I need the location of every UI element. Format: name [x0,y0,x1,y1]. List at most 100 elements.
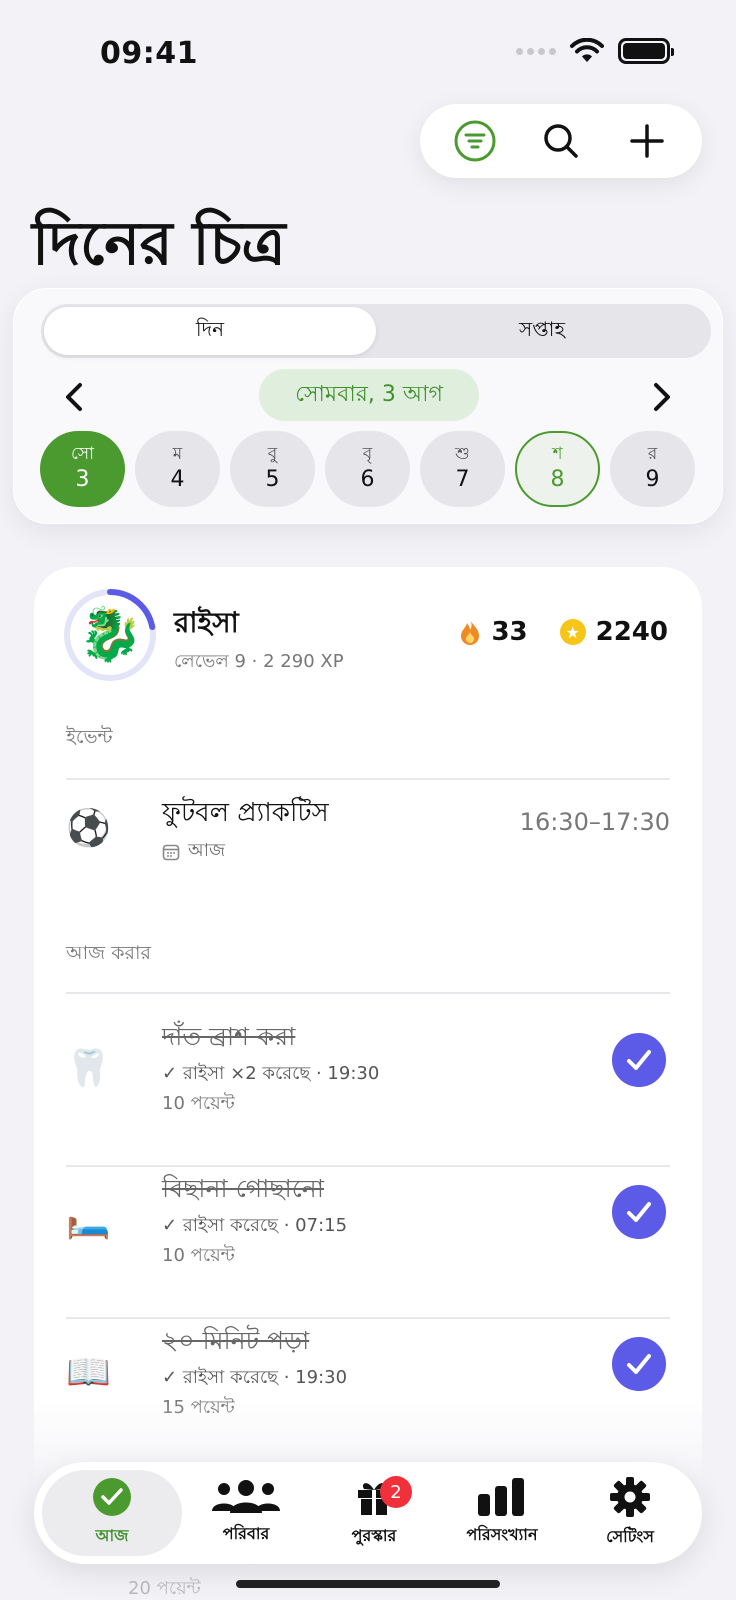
day-number: 5 [265,467,280,492]
flame-icon [461,619,480,645]
task-points: 10 পয়েন্ট [162,1245,235,1266]
search-icon [544,124,578,158]
battery-icon [618,38,674,64]
day-name: শু [455,444,470,464]
tab-settings[interactable]: সেটিংস [566,1470,694,1556]
task-title: দাঁত ব্রাশ করা [162,1022,296,1051]
task-points-partial: 20 পয়েন্ট [128,1578,201,1599]
event-date: আজ [162,836,225,867]
tab-today[interactable]: আজ [42,1470,182,1556]
streak-stat: 33 [459,617,528,647]
events-section-label: ইভেন্ট [66,726,113,748]
member-level: লেভেল 9 · 2 290 XP [174,651,344,672]
view-segmented-control: দিন সপ্তাহ [41,304,711,358]
bed-icon: 🛏️ [66,1200,111,1241]
page-title: দিনের চিত্র [32,209,286,279]
check-icon [627,1354,651,1374]
divider [66,1317,670,1319]
divider [66,1165,670,1167]
tab-statistics[interactable]: পরিসংখ্যান [438,1470,566,1556]
member-stats: 33 ★ 2240 [459,617,668,647]
previous-day-button[interactable] [52,375,96,419]
tooth-icon: 🦷 [66,1048,111,1089]
tab-rewards[interactable]: 2 পুরস্কার [310,1470,438,1556]
member-name: রাইসা [174,606,239,639]
plus-icon [630,124,664,158]
divider [66,778,670,780]
gear-icon [610,1476,650,1517]
event-time: 16:30–17:30 [519,808,670,836]
day-name: বু [267,444,278,464]
calendar-icon [162,844,180,860]
tab-label: আজ [95,1525,129,1545]
day-name: র [647,444,658,464]
day-number: 7 [455,467,470,492]
chevron-left-icon [66,383,82,411]
day-chip[interactable]: বু 5 [230,431,315,507]
day-number: 6 [360,467,375,492]
tab-family[interactable]: পরিবার [182,1470,310,1556]
soccer-ball-icon: ⚽ [66,808,111,849]
task-meta: ✓ রাইসা করেছে · 19:30 [162,1363,347,1394]
task-complete-toggle[interactable] [612,1033,666,1087]
event-date-text: আজ [188,840,226,861]
day-chip[interactable]: শু 7 [420,431,505,507]
task-row[interactable]: 🛏️ বিছানা গোছানো ✓ রাইসা করেছে · 07:15 1… [66,1169,670,1309]
next-day-button[interactable] [640,375,684,419]
bar-chart-icon [478,1477,524,1516]
day-chip[interactable]: সো 3 [40,431,125,507]
week-day-strip: সো 3 ম4 বু 5 বৃ 6 শু 7 শ8 র9 [40,431,695,507]
segment-week[interactable]: সপ্তাহ [376,307,708,355]
tab-label: পরিবার [222,1523,270,1543]
segment-day[interactable]: দিন [44,307,376,355]
search-button[interactable] [533,113,589,169]
day-number: 8 [550,467,565,492]
add-button[interactable] [619,113,675,169]
day-name: বৃ [362,444,373,464]
event-row[interactable]: ⚽ ফুটবল প্র্যাকটিস আজ 16:30–17:30 [66,792,670,882]
task-meta: ✓ রাইসা ×2 করেছে · 19:30 [162,1059,379,1090]
day-chip[interactable]: শ8 [515,431,600,507]
day-name: শ [552,444,563,464]
task-meta-text: রাইসা করেছে · 19:30 [182,1367,348,1388]
status-icons [516,38,674,64]
book-icon: 📖 [66,1352,111,1393]
avatar[interactable]: 🐉 [62,587,158,683]
avatar-dragon-icon: 🐉 [78,605,143,665]
home-indicator [236,1580,500,1588]
streak-count: 33 [491,617,528,647]
day-number: 3 [75,467,90,492]
task-points: 10 পয়েন্ট [162,1093,235,1114]
day-chip[interactable]: বৃ 6 [325,431,410,507]
task-complete-toggle[interactable] [612,1337,666,1391]
filter-button[interactable] [447,113,503,169]
task-meta-text: রাইসা ×2 করেছে · 19:30 [182,1063,380,1084]
tab-bar: আজ পরিবার 2 পুরস্কার পরিসংখ্যান সেটিংস [34,1462,702,1564]
filter-icon [454,120,496,162]
task-title: বিছানা গোছানো [162,1174,324,1203]
wifi-icon [570,38,604,62]
star-coin-icon: ★ [559,619,586,645]
check-icon [627,1050,651,1070]
divider [66,992,670,994]
day-number: 9 [645,467,660,492]
current-date-pill[interactable]: সোমবার, 3 আগ [259,369,479,421]
day-name: সো [70,444,95,464]
cellular-signal-icon [516,47,556,55]
event-title: ফুটবল প্র্যাকটিস [162,798,329,828]
day-chip[interactable]: র9 [610,431,695,507]
task-meta-text: রাইসা করেছে · 07:15 [182,1215,348,1236]
day-name: ম [172,444,183,464]
task-meta: ✓ রাইসা করেছে · 07:15 [162,1211,347,1242]
check-circle-icon [93,1477,131,1516]
day-chip[interactable]: ম4 [135,431,220,507]
calendar-card: দিন সপ্তাহ সোমবার, 3 আগ সো 3 ম4 বু 5 বৃ 6 শ… [13,288,723,524]
task-row[interactable]: 🦷 দাঁত ব্রাশ করা ✓ রাইসা ×2 করেছে · 19:3… [66,1017,670,1157]
status-time: 09:41 [100,36,198,71]
people-icon [212,1479,280,1513]
task-title: ২০ মিনিট পড়া [162,1326,310,1355]
task-complete-toggle[interactable] [612,1185,666,1239]
tab-label: পরিসংখ্যান [466,1524,538,1544]
checkmark-icon: ✓ [162,1063,183,1084]
coins-stat: ★ 2240 [559,617,668,647]
